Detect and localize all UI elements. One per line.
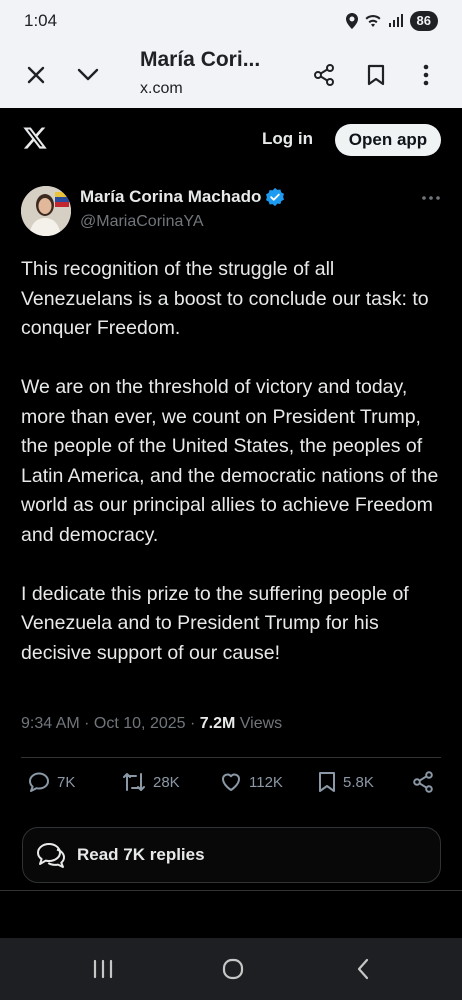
repost-count: 28K: [153, 773, 180, 791]
bookmark-button[interactable]: 5.8K: [317, 770, 374, 794]
reply-count: 7K: [57, 773, 76, 791]
page-title: María Cori...: [140, 48, 261, 71]
location-icon: [345, 13, 358, 29]
page-url: x.com: [140, 80, 183, 97]
tweet-meta: 9:34 AM · Oct 10, 2025 · 7.2M Views: [21, 715, 282, 733]
tweet-paragraph-1: This recognition of the struggle of all …: [21, 258, 429, 339]
bookmark-icon[interactable]: [360, 59, 392, 91]
bookmark-count: 5.8K: [343, 773, 374, 791]
menu-dots-icon[interactable]: [410, 59, 442, 91]
bookmark-outline-icon: [319, 772, 335, 792]
like-button[interactable]: 112K: [219, 770, 283, 794]
login-link[interactable]: Log in: [262, 129, 313, 149]
home-icon[interactable]: [218, 956, 248, 982]
chevron-down-icon[interactable]: [72, 59, 104, 91]
signal-icon: [388, 14, 403, 27]
x-header: Log in Open app: [0, 108, 462, 168]
reply-button[interactable]: 7K: [27, 770, 75, 794]
divider: [0, 890, 462, 891]
views-label: Views: [235, 715, 283, 732]
android-navigation-bar: [0, 938, 462, 1000]
wifi-icon: [365, 15, 381, 27]
open-app-button[interactable]: Open app: [335, 124, 441, 156]
x-logo-icon[interactable]: [22, 125, 48, 151]
status-time: 1:04: [24, 11, 58, 30]
status-icons: 86: [345, 11, 438, 31]
author-name-label[interactable]: María Corina Machado: [80, 187, 261, 207]
tweet-paragraph-2: We are on the threshold of victory and t…: [21, 376, 439, 546]
close-icon[interactable]: [20, 59, 52, 91]
author-handle[interactable]: @MariaCorinaYA: [80, 213, 204, 231]
repost-icon: [123, 773, 145, 791]
author-name[interactable]: María Corina Machado: [80, 187, 285, 207]
divider: [21, 757, 441, 758]
repost-button[interactable]: 28K: [121, 770, 180, 794]
back-icon[interactable]: [348, 956, 378, 982]
tweet-text: This recognition of the struggle of all …: [21, 255, 446, 698]
share-icon: [413, 771, 433, 793]
share-icon[interactable]: [308, 59, 340, 91]
like-count: 112K: [249, 773, 283, 791]
speech-bubble-icon: [37, 843, 65, 868]
read-replies-button[interactable]: Read 7K replies: [22, 827, 441, 883]
browser-toolbar: María Cori... x.com: [0, 42, 462, 108]
more-options-icon[interactable]: [420, 190, 442, 206]
read-replies-label: Read 7K replies: [77, 845, 205, 864]
tweet-timestamp[interactable]: 9:34 AM · Oct 10, 2025 ·: [21, 715, 200, 732]
share-tweet-button[interactable]: [411, 770, 435, 794]
reply-icon: [29, 772, 49, 792]
tweet-paragraph-3: I dedicate this prize to the suffering p…: [21, 582, 409, 664]
battery-indicator: 86: [409, 11, 438, 31]
views-count: 7.2M: [199, 715, 236, 732]
heart-icon: [222, 773, 240, 791]
verified-badge-icon: [266, 187, 285, 207]
status-bar: 1:04 86: [0, 0, 462, 42]
avatar[interactable]: [21, 186, 71, 236]
tweet-actions: 7K 28K 112K 5.8K: [0, 770, 462, 806]
recent-apps-icon[interactable]: [88, 956, 118, 982]
